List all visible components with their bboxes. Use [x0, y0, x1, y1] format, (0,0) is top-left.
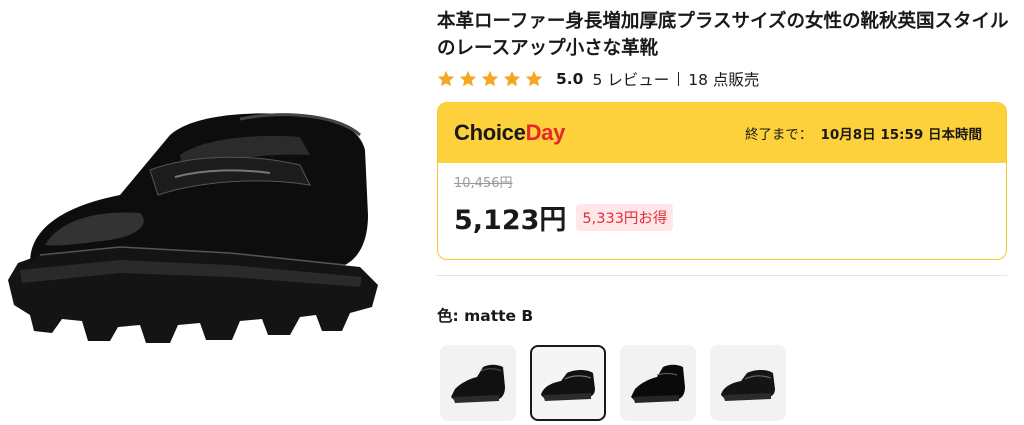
- shoe-thumbnail-icon: [631, 364, 685, 403]
- original-price: 10,456円: [454, 176, 513, 191]
- ends-date: 10月8日 15:59 日本時間: [820, 127, 982, 143]
- logo-part-choice: Choice: [454, 120, 526, 145]
- rating-score: 5.0: [556, 70, 584, 88]
- promo-header: ChoiceDay 終了まで： 10月8日 15:59 日本時間: [438, 103, 1006, 163]
- color-label: 色: matte B: [437, 307, 534, 325]
- choice-day-promo: ChoiceDay 終了まで： 10月8日 15:59 日本時間 10,456円…: [437, 102, 1007, 260]
- star-icon: [525, 70, 543, 87]
- product-main-image[interactable]: [0, 95, 390, 345]
- logo-part-day: Day: [525, 120, 566, 145]
- promo-body: 10,456円 5,123円 5,333円お得: [438, 163, 1006, 249]
- reviews-link[interactable]: 5 レビュー: [592, 68, 669, 90]
- rating-stars[interactable]: [437, 70, 543, 88]
- variant-thumb-1[interactable]: [440, 345, 516, 421]
- savings-badge: 5,333円お得: [576, 204, 674, 231]
- promo-ends: 終了まで： 10月8日 15:59 日本時間: [745, 123, 982, 143]
- choice-day-logo: ChoiceDay: [454, 120, 565, 146]
- sold-count: 18 点販売: [688, 71, 760, 89]
- shoe-thumbnail-icon: [451, 364, 505, 403]
- current-price: 5,123円: [454, 205, 567, 236]
- star-icon: [459, 70, 477, 87]
- product-info: 本革ローファー身長増加厚底プラスサイズの女性の靴秋英国スタイルのレースアップ小さ…: [437, 8, 1009, 91]
- product-title: 本革ローファー身長増加厚底プラスサイズの女性の靴秋英国スタイルのレースアップ小さ…: [437, 11, 1009, 59]
- price-row: 5,123円 5,333円お得: [454, 198, 990, 237]
- ends-label: 終了まで：: [744, 127, 813, 143]
- star-icon: [503, 70, 521, 87]
- variant-thumbnails: [440, 345, 786, 421]
- section-divider: [437, 275, 1007, 276]
- variant-thumb-4[interactable]: [710, 345, 786, 421]
- shoe-thumbnail-icon: [541, 370, 595, 401]
- shoe-thumbnail-icon: [721, 370, 775, 401]
- rating-row: 5.0 5 レビュー 18 点販売: [437, 67, 1009, 91]
- star-icon: [437, 70, 455, 87]
- star-icon: [481, 70, 499, 87]
- loafer-shoe-icon: [8, 113, 378, 343]
- divider: [678, 72, 680, 86]
- variant-thumb-2[interactable]: [530, 345, 606, 421]
- variant-thumb-3[interactable]: [620, 345, 696, 421]
